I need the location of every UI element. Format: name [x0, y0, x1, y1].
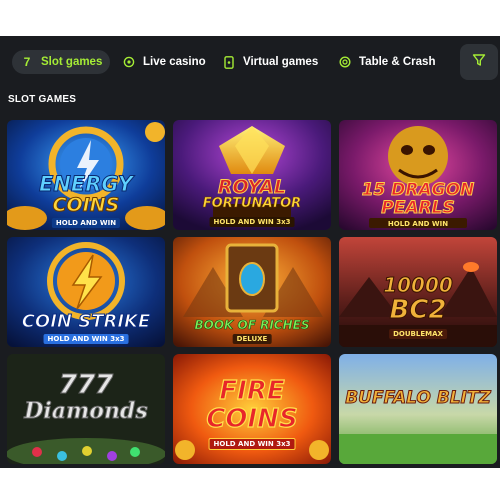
- game-title-line2: COINS: [52, 194, 120, 216]
- tab-label: Table & Crash: [359, 56, 436, 68]
- game-title-line1: BOOK OF RICHES: [194, 318, 310, 332]
- game-tile-10000-bc2[interactable]: 10000 BC2 DOUBLEMAX: [339, 237, 497, 347]
- game-title-line1: BUFFALO BLITZ: [345, 388, 492, 408]
- game-subtitle: DELUXE: [232, 334, 272, 344]
- game-title-line2: BC2: [389, 295, 447, 325]
- buffalo-blitz-art: [339, 354, 497, 464]
- casino-panel: 7 Slot games Live casino Virtual games T…: [0, 36, 500, 468]
- game-subtitle: HOLD AND WIN 3x3: [209, 217, 295, 227]
- game-tile-dragon-pearls[interactable]: 15 DRAGON PEARLS HOLD AND WIN: [339, 120, 497, 230]
- phone-icon: [222, 55, 236, 69]
- tab-label: Virtual games: [243, 56, 319, 68]
- tab-table-crash[interactable]: Table & Crash: [338, 50, 435, 74]
- section-title: SLOT GAMES: [8, 94, 77, 105]
- game-title-line1: ROYAL: [217, 176, 287, 198]
- game-tile-777-diamonds[interactable]: 777 Diamonds: [7, 354, 165, 464]
- game-tile-book-of-riches[interactable]: BOOK OF RICHES DELUXE: [173, 237, 331, 347]
- tab-slot-games[interactable]: 7 Slot games: [12, 50, 111, 74]
- game-title-line2: Diamonds: [24, 398, 148, 424]
- royal-fortunator-art: [173, 120, 331, 230]
- filter-icon: [472, 53, 486, 72]
- game-title-line2: FORTUNATOR: [202, 196, 302, 211]
- game-tile-fire-coins[interactable]: FIRE COINS HOLD AND WIN 3x3: [173, 354, 331, 464]
- game-subtitle: HOLD AND WIN: [387, 220, 449, 228]
- tab-label: Live casino: [143, 56, 206, 68]
- game-title-line1: COIN STRIKE: [21, 311, 151, 332]
- tab-label: Slot games: [41, 56, 103, 68]
- game-tile-energy-coins[interactable]: ENERGY COINS HOLD AND WIN: [7, 120, 165, 230]
- game-title-line1: 15 DRAGON: [361, 180, 475, 200]
- category-nav: 7 Slot games Live casino Virtual games T…: [0, 44, 500, 80]
- game-subtitle: HOLD AND WIN 3x3: [43, 334, 129, 344]
- game-title-line1: 10000: [383, 273, 454, 297]
- game-title-line2: COINS: [206, 404, 299, 434]
- chip-icon: [338, 55, 352, 69]
- game-tile-royal-fortunator[interactable]: ROYAL FORTUNATOR HOLD AND WIN 3x3: [173, 120, 331, 230]
- game-tile-coin-strike[interactable]: COIN STRIKE HOLD AND WIN 3x3: [7, 237, 165, 347]
- live-icon: [122, 55, 136, 69]
- game-title-line2: PEARLS: [381, 198, 455, 218]
- game-subtitle: HOLD AND WIN: [51, 218, 121, 228]
- game-tile-buffalo-blitz[interactable]: BUFFALO BLITZ: [339, 354, 497, 464]
- tab-live-casino[interactable]: Live casino: [122, 50, 206, 74]
- game-subtitle: HOLD AND WIN 3x3: [208, 438, 296, 450]
- seven-icon: 7: [23, 55, 31, 69]
- game-subtitle: DOUBLEMAX: [389, 329, 447, 339]
- game-title-line1: FIRE: [219, 376, 285, 406]
- tab-virtual-games[interactable]: Virtual games: [222, 50, 318, 74]
- game-title-line1: ENERGY: [38, 172, 134, 196]
- game-title-line1: 777: [58, 370, 114, 400]
- filter-button[interactable]: [460, 44, 498, 80]
